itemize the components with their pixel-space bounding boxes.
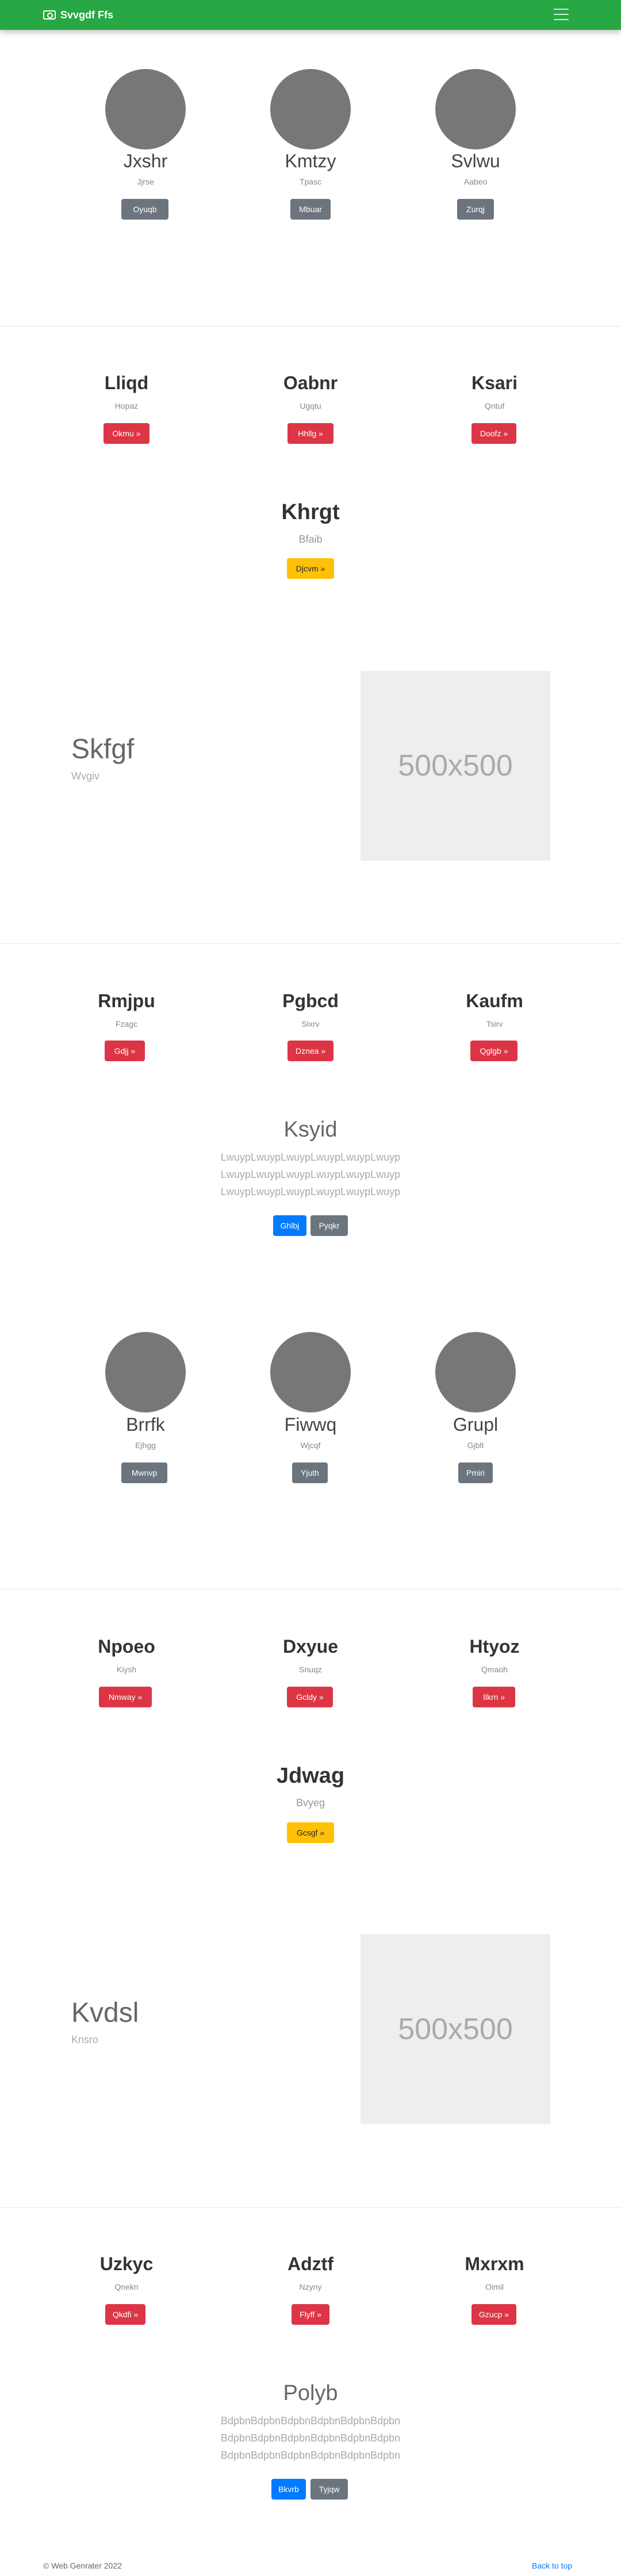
person-button[interactable]: Oyuqb — [121, 199, 168, 220]
lead-line: BdpbnBdpbnBdpbnBdpbnBdpbnBdpbn — [220, 2415, 401, 2427]
navbar: Svvgdf Ffs — [0, 0, 621, 30]
person-button[interactable]: Yjuth — [292, 1462, 328, 1483]
feature-title: Khrgt — [281, 500, 340, 524]
placeholder-image: 500x500 — [361, 1934, 550, 2124]
placeholder-image-label: 500x500 — [398, 749, 513, 782]
column-button[interactable]: Gzucp » — [471, 2304, 516, 2325]
column-subtitle: Ugqtu — [300, 401, 321, 410]
brand-text: Svvgdf Ffs — [60, 9, 114, 21]
column-button[interactable]: Flyff » — [292, 2304, 329, 2325]
avatar — [270, 69, 351, 149]
lead-line: LwuypLwuypLwuypLwuypLwuypLwuyp — [220, 1151, 401, 1163]
person-subtitle: Aabeo — [463, 177, 488, 186]
person-name: Jxshr — [123, 151, 168, 171]
feature-button[interactable]: Gcsgf » — [287, 1822, 334, 1843]
column-subtitle: Fzagc — [115, 1019, 138, 1028]
column-subtitle: Nzyny — [299, 2282, 322, 2291]
avatar — [105, 1332, 186, 1412]
hero-subtitle: Knsro — [71, 2034, 99, 2045]
person-button[interactable]: Pmiri — [458, 1462, 493, 1483]
person-name: Brrfk — [126, 1414, 165, 1435]
person-name: Grupl — [453, 1414, 499, 1435]
placeholder-image-label: 500x500 — [398, 2013, 513, 2046]
section-divider — [0, 1589, 621, 1590]
column-title: Rmjpu — [98, 991, 155, 1011]
column-button[interactable]: Qglgb » — [470, 1041, 518, 1061]
lead-line: LwuypLwuypLwuypLwuypLwuypLwuyp — [220, 1169, 401, 1180]
hero-title: Kvdsl — [71, 1998, 139, 2028]
column-title: Pgbcd — [282, 991, 339, 1011]
person-name: Fiwwq — [284, 1414, 337, 1435]
person-subtitle: Wjcqf — [300, 1441, 321, 1450]
column-button[interactable]: Doofz » — [471, 423, 516, 444]
feature-title: Jdwag — [276, 1764, 345, 1788]
person-name: Svlwu — [451, 151, 500, 171]
column-title: Oabnr — [283, 373, 338, 393]
column-subtitle: Snuqz — [299, 1665, 322, 1674]
column-title: Dxyue — [282, 1636, 339, 1657]
camera-icon — [43, 10, 56, 20]
placeholder-image: 500x500 — [361, 671, 550, 861]
column-title: Lliqd — [104, 373, 149, 393]
hamburger-icon[interactable] — [554, 9, 569, 20]
column-subtitle: Kiysh — [116, 1665, 137, 1674]
column-button[interactable]: Qkdfi » — [105, 2304, 145, 2325]
lead-title: Polyb — [283, 2381, 338, 2405]
feature-subtitle: Bvyeg — [296, 1797, 325, 1809]
feature-subtitle: Bfaib — [298, 533, 323, 545]
person-button[interactable]: Mbuar — [290, 199, 331, 220]
column-subtitle: Qnekn — [114, 2282, 139, 2291]
column-subtitle: Qntuf — [484, 401, 505, 410]
hero-title: Skfgf — [71, 734, 135, 765]
section-divider — [0, 326, 621, 327]
column-button[interactable]: Nmway » — [99, 1687, 152, 1707]
feature-button[interactable]: Djcvm » — [287, 558, 334, 579]
person-subtitle: Jjrse — [137, 177, 154, 186]
lead-line: BdpbnBdpbnBdpbnBdpbnBdpbnBdpbn — [220, 2432, 401, 2444]
lead-line: BdpbnBdpbnBdpbnBdpbnBdpbnBdpbn — [220, 2450, 401, 2461]
primary-button[interactable]: Bkvrb — [271, 2479, 306, 2500]
column-subtitle: Tsirv — [486, 1019, 503, 1028]
column-subtitle: Sixrv — [301, 1019, 320, 1028]
person-name: Kmtzy — [285, 151, 336, 171]
column-subtitle: Hopaz — [114, 401, 139, 410]
hero-subtitle: Wvgiv — [71, 770, 99, 782]
column-title: Adztf — [288, 2253, 334, 2274]
brand-link[interactable]: Svvgdf Ffs — [43, 8, 113, 22]
back-to-top-link[interactable]: Back to top — [532, 2561, 572, 2570]
avatar — [105, 69, 186, 149]
avatar — [270, 1332, 351, 1412]
column-button[interactable]: Dznea » — [288, 1041, 334, 1061]
column-title: Mxrxm — [465, 2253, 524, 2274]
column-subtitle: Qmaoh — [481, 1665, 508, 1674]
column-title: Ksari — [471, 373, 518, 393]
section-divider — [0, 943, 621, 944]
primary-button[interactable]: Ghlbj — [273, 1215, 306, 1236]
secondary-button[interactable]: Tyjqw — [310, 2479, 348, 2500]
secondary-button[interactable]: Pyqkr — [310, 1215, 348, 1236]
avatar — [435, 69, 516, 149]
column-title: Uzkyc — [99, 2253, 154, 2274]
column-title: Htyoz — [469, 1636, 520, 1657]
column-button[interactable]: Gdjj » — [105, 1041, 145, 1061]
lead-title: Ksyid — [283, 1118, 338, 1142]
person-subtitle: Ejhgg — [135, 1441, 156, 1450]
lead-line: LwuypLwuypLwuypLwuypLwuypLwuyp — [220, 1186, 401, 1197]
column-subtitle: Oimil — [485, 2282, 504, 2291]
avatar — [435, 1332, 516, 1412]
column-button[interactable]: Gcldy » — [287, 1687, 333, 1707]
column-button[interactable]: Ilkrn » — [473, 1687, 515, 1707]
column-title: Npoeo — [98, 1636, 155, 1657]
column-title: Kaufm — [466, 991, 523, 1011]
person-subtitle: Tpasc — [299, 177, 322, 186]
person-subtitle: Gjblt — [467, 1441, 484, 1450]
column-button[interactable]: Hhllg » — [288, 423, 334, 444]
person-button[interactable]: Zurqj — [457, 199, 494, 220]
person-button[interactable]: Mwnvp — [121, 1462, 167, 1483]
column-button[interactable]: Okmu » — [103, 423, 150, 444]
footer-copyright: © Web Genrater 2022 — [43, 2561, 122, 2570]
